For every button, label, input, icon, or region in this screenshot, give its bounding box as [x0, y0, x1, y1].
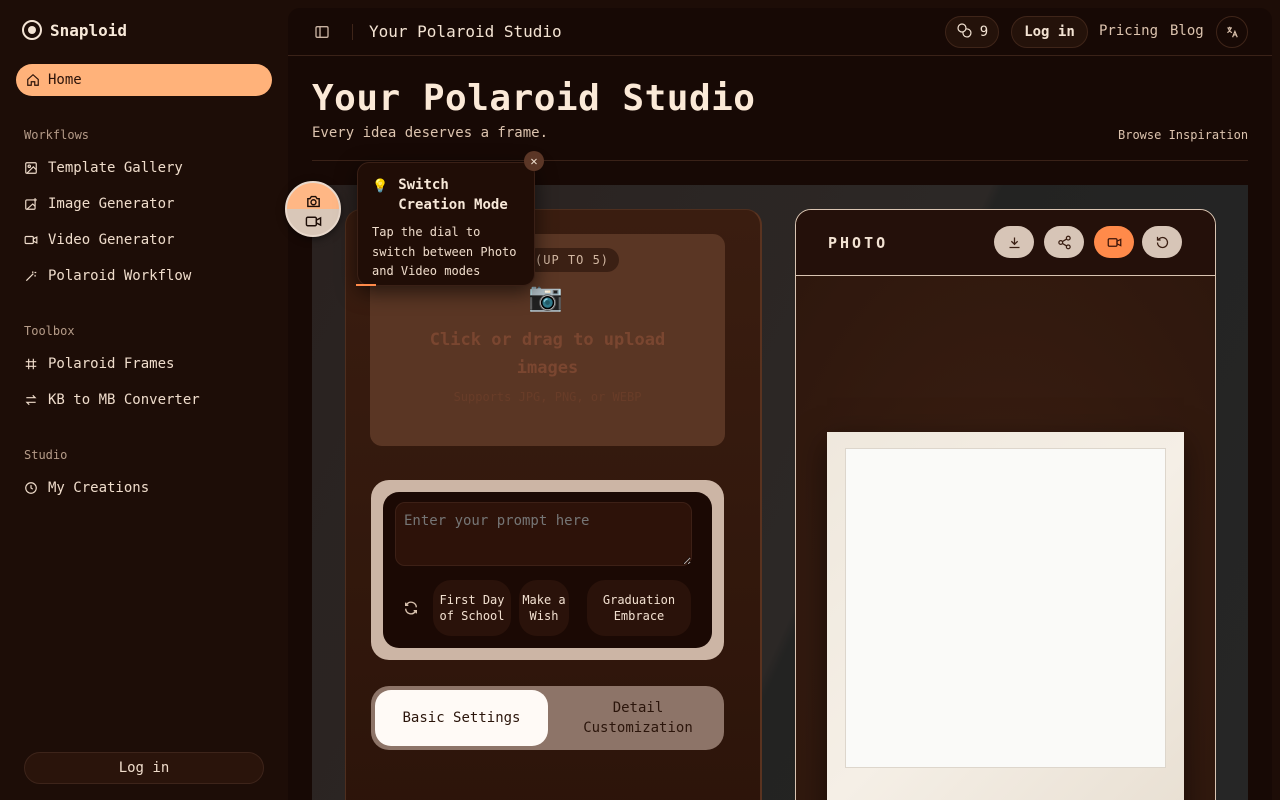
preview-card: PHOTO — [795, 209, 1216, 800]
preview-canvas — [796, 276, 1215, 800]
sidebar-section-studio: Studio — [24, 448, 68, 462]
polaroid-frame — [827, 432, 1184, 800]
sidebar-item-image-generator[interactable]: Image Generator — [24, 192, 174, 216]
page-title: Your Polaroid Studio — [312, 78, 756, 119]
tooltip-caret — [356, 284, 376, 286]
camera-icon: 📷 — [528, 280, 563, 313]
sidebar-item-label: Home — [48, 72, 82, 88]
brand[interactable]: Snaploid — [22, 20, 127, 40]
editor-card: (UP TO 5) 📷 Click or drag to upload imag… — [345, 209, 762, 800]
sidebar-toggle-icon[interactable] — [314, 24, 330, 40]
prompt-inner: First Day of School Make a Wish Graduati… — [383, 492, 712, 648]
prompt-chip-first-day-of-school[interactable]: First Day of School — [433, 580, 511, 636]
translate-icon[interactable] — [1216, 16, 1248, 48]
video-mode-icon[interactable] — [1094, 226, 1134, 258]
sidebar-section-toolbox: Toolbox — [24, 324, 75, 338]
sidebar-item-my-creations[interactable]: My Creations — [24, 476, 149, 500]
download-icon[interactable] — [994, 226, 1034, 258]
hash-icon — [24, 357, 38, 371]
sidebar-item-label: Image Generator — [48, 196, 175, 212]
credits-badge[interactable]: 9 — [945, 16, 999, 48]
home-icon — [26, 73, 40, 87]
sidebar-item-polaroid-workflow[interactable]: Polaroid Workflow — [24, 264, 191, 288]
tab-basic-settings[interactable]: Basic Settings — [375, 690, 548, 746]
reset-icon[interactable] — [1142, 226, 1182, 258]
sidebar-item-home[interactable]: Home — [16, 64, 272, 96]
arrows-exchange-icon — [24, 393, 38, 407]
upload-limit-badge: (UP TO 5) — [525, 248, 620, 272]
sidebar-login-button[interactable]: Log in — [24, 752, 264, 784]
close-icon[interactable]: ✕ — [524, 151, 544, 171]
sidebar: Snaploid Home Workflows Template Gallery… — [0, 0, 288, 800]
sidebar-item-kb-to-mb-converter[interactable]: KB to MB Converter — [24, 388, 200, 412]
top-bar: Your Polaroid Studio 9 Log in Pricing Bl… — [288, 8, 1272, 56]
browse-inspiration-link[interactable]: Browse Inspiration — [1118, 128, 1248, 142]
sidebar-item-label: Template Gallery — [48, 160, 183, 176]
divider — [352, 24, 353, 40]
sidebar-item-polaroid-frames[interactable]: Polaroid Frames — [24, 352, 174, 376]
prompt-box: First Day of School Make a Wish Graduati… — [371, 480, 724, 660]
main-panel: Your Polaroid Studio 9 Log in Pricing Bl… — [288, 8, 1272, 800]
polaroid-photo-area — [845, 448, 1166, 768]
share-icon[interactable] — [1044, 226, 1084, 258]
lightbulb-icon: 💡 — [372, 179, 389, 194]
camera-icon — [305, 193, 322, 214]
tooltip-body: Tap the dial to switch between Photo and… — [372, 225, 517, 278]
sidebar-item-label: Video Generator — [48, 232, 175, 248]
preview-header: PHOTO — [796, 210, 1215, 276]
sidebar-item-label: Polaroid Workflow — [48, 268, 192, 284]
tab-detail-customization[interactable]: Detail Customization — [556, 690, 720, 746]
page-subtitle: Every idea deserves a frame. — [312, 125, 549, 141]
settings-tabs: Basic Settings Detail Customization — [371, 686, 724, 750]
sidebar-item-video-generator[interactable]: Video Generator — [24, 228, 174, 252]
clock-icon — [24, 481, 38, 495]
upload-hint: Supports JPG, PNG, or WEBP — [453, 390, 642, 404]
onboarding-tooltip: 💡 Switch Creation Mode Tap the dial to s… — [357, 162, 535, 286]
brand-name: Snaploid — [50, 20, 128, 40]
refresh-suggestions-icon[interactable] — [399, 596, 423, 620]
aperture-logo-icon — [22, 20, 42, 40]
video-icon — [24, 233, 38, 247]
mode-dial[interactable] — [285, 181, 341, 237]
prompt-chip-make-a-wish[interactable]: Make a Wish — [519, 580, 569, 636]
prompt-chip-graduation-embrace[interactable]: Graduation Embrace — [587, 580, 691, 636]
topbar-title: Your Polaroid Studio — [369, 22, 562, 41]
pricing-link[interactable]: Pricing — [1099, 23, 1158, 39]
sidebar-item-label: Polaroid Frames — [48, 356, 175, 372]
sidebar-item-template-gallery[interactable]: Template Gallery — [24, 156, 183, 180]
prompt-input[interactable] — [395, 502, 692, 566]
credits-count: 9 — [979, 24, 989, 40]
upload-instructions: Click or drag to upload images — [429, 330, 666, 378]
blog-link[interactable]: Blog — [1170, 23, 1204, 39]
sidebar-item-label: My Creations — [48, 480, 150, 496]
preview-mode-title: PHOTO — [828, 234, 889, 252]
sidebar-item-label: KB to MB Converter — [48, 392, 200, 408]
divider — [312, 160, 1248, 161]
image-icon — [24, 161, 38, 175]
sidebar-section-workflows: Workflows — [24, 128, 90, 142]
magic-wand-icon — [24, 269, 38, 283]
coins-icon — [956, 22, 972, 42]
topbar-login-button[interactable]: Log in — [1011, 16, 1088, 48]
tooltip-title: Switch Creation Mode — [398, 177, 508, 213]
image-plus-icon — [24, 197, 38, 211]
video-icon — [305, 213, 322, 234]
